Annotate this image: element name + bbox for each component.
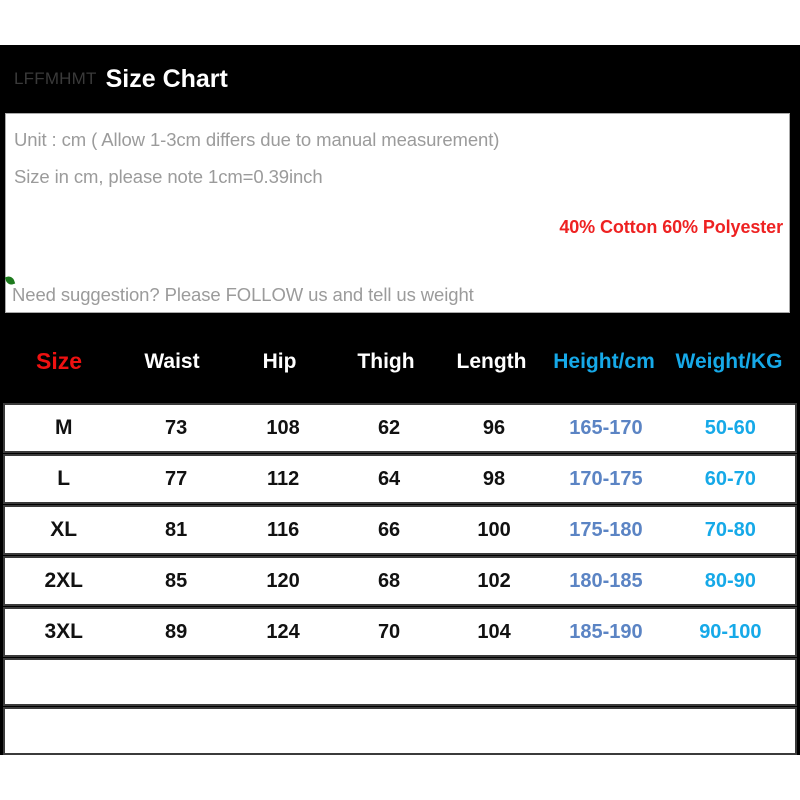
column-header-length: Length bbox=[456, 349, 527, 373]
column-header-weight: Weight/KG bbox=[675, 349, 783, 373]
cell-weight: 90-100 bbox=[699, 620, 762, 643]
material-note: 40% Cotton 60% Polyester bbox=[559, 217, 783, 237]
cell-height: 165-170 bbox=[569, 416, 643, 439]
brand-name: LFFMHMT bbox=[14, 69, 97, 88]
cell-weight: 50-60 bbox=[704, 416, 756, 439]
column-header-size: Size bbox=[35, 348, 83, 374]
cell-waist: 81 bbox=[165, 518, 188, 541]
cell-size: L bbox=[57, 467, 71, 490]
cell-height: 170-175 bbox=[569, 467, 643, 490]
cell-height: 175-180 bbox=[569, 518, 643, 541]
table-row: M 73 108 62 96 165-170 50-60 bbox=[3, 403, 797, 453]
info-panel: Unit : cm ( Allow 1-3cm differs due to m… bbox=[4, 113, 790, 313]
column-header-height: Height/cm bbox=[553, 349, 655, 373]
cell-size: XL bbox=[50, 518, 78, 541]
cell-hip: 116 bbox=[266, 518, 300, 541]
cell-height: 185-190 bbox=[569, 620, 643, 643]
cell-weight: 60-70 bbox=[704, 467, 756, 490]
cell-weight: 70-80 bbox=[704, 518, 756, 541]
cell-thigh: 62 bbox=[377, 416, 401, 439]
cell-length: 98 bbox=[482, 467, 506, 490]
cell-length: 100 bbox=[477, 518, 511, 541]
conversion-note: Size in cm, please note 1cm=0.39inch bbox=[14, 166, 323, 187]
cell-length: 104 bbox=[477, 620, 511, 643]
cell-length: 102 bbox=[477, 569, 511, 592]
cell-length: 96 bbox=[482, 416, 506, 439]
table-header-row: Size Waist Hip Thigh Length Height/cm We… bbox=[0, 320, 800, 403]
cell-size: M bbox=[54, 416, 73, 439]
cell-thigh: 68 bbox=[377, 569, 401, 592]
table-row-empty bbox=[3, 707, 797, 755]
column-header-thigh: Thigh bbox=[357, 349, 415, 373]
cell-hip: 124 bbox=[266, 620, 300, 643]
page-title: Size Chart bbox=[105, 64, 228, 93]
size-table: Size Waist Hip Thigh Length Height/cm We… bbox=[0, 320, 800, 756]
cell-size: 2XL bbox=[44, 569, 83, 592]
cell-hip: 120 bbox=[266, 569, 300, 592]
cell-thigh: 70 bbox=[377, 620, 401, 643]
title-band: LFFMHMT Size Chart bbox=[0, 45, 800, 113]
cell-waist: 85 bbox=[165, 569, 188, 592]
table-row: 3XL 89 124 70 104 185-190 90-100 bbox=[3, 607, 797, 657]
cell-waist: 77 bbox=[165, 467, 188, 490]
size-chart-image: LFFMHMT Size Chart Unit : cm ( Allow 1-3… bbox=[0, 0, 800, 800]
table-row: L 77 112 64 98 170-175 60-70 bbox=[3, 454, 797, 504]
cell-waist: 73 bbox=[165, 416, 188, 439]
cell-weight: 80-90 bbox=[704, 569, 756, 592]
cell-thigh: 66 bbox=[377, 518, 401, 541]
cell-hip: 108 bbox=[266, 416, 300, 439]
table-row: 2XL 85 120 68 102 180-185 80-90 bbox=[3, 556, 797, 606]
cell-height: 180-185 bbox=[569, 569, 643, 592]
cell-waist: 89 bbox=[165, 620, 188, 643]
column-header-hip: Hip bbox=[262, 349, 297, 373]
unit-note: Unit : cm ( Allow 1-3cm differs due to m… bbox=[14, 129, 500, 150]
column-header-waist: Waist bbox=[144, 349, 200, 373]
table-row: XL 81 116 66 100 175-180 70-80 bbox=[3, 505, 797, 555]
table-row-empty bbox=[3, 658, 797, 706]
cell-size: 3XL bbox=[44, 620, 83, 643]
cell-hip: 112 bbox=[266, 467, 300, 490]
cell-thigh: 64 bbox=[377, 467, 401, 490]
follow-note: Need suggestion? Please FOLLOW us and te… bbox=[12, 284, 474, 305]
